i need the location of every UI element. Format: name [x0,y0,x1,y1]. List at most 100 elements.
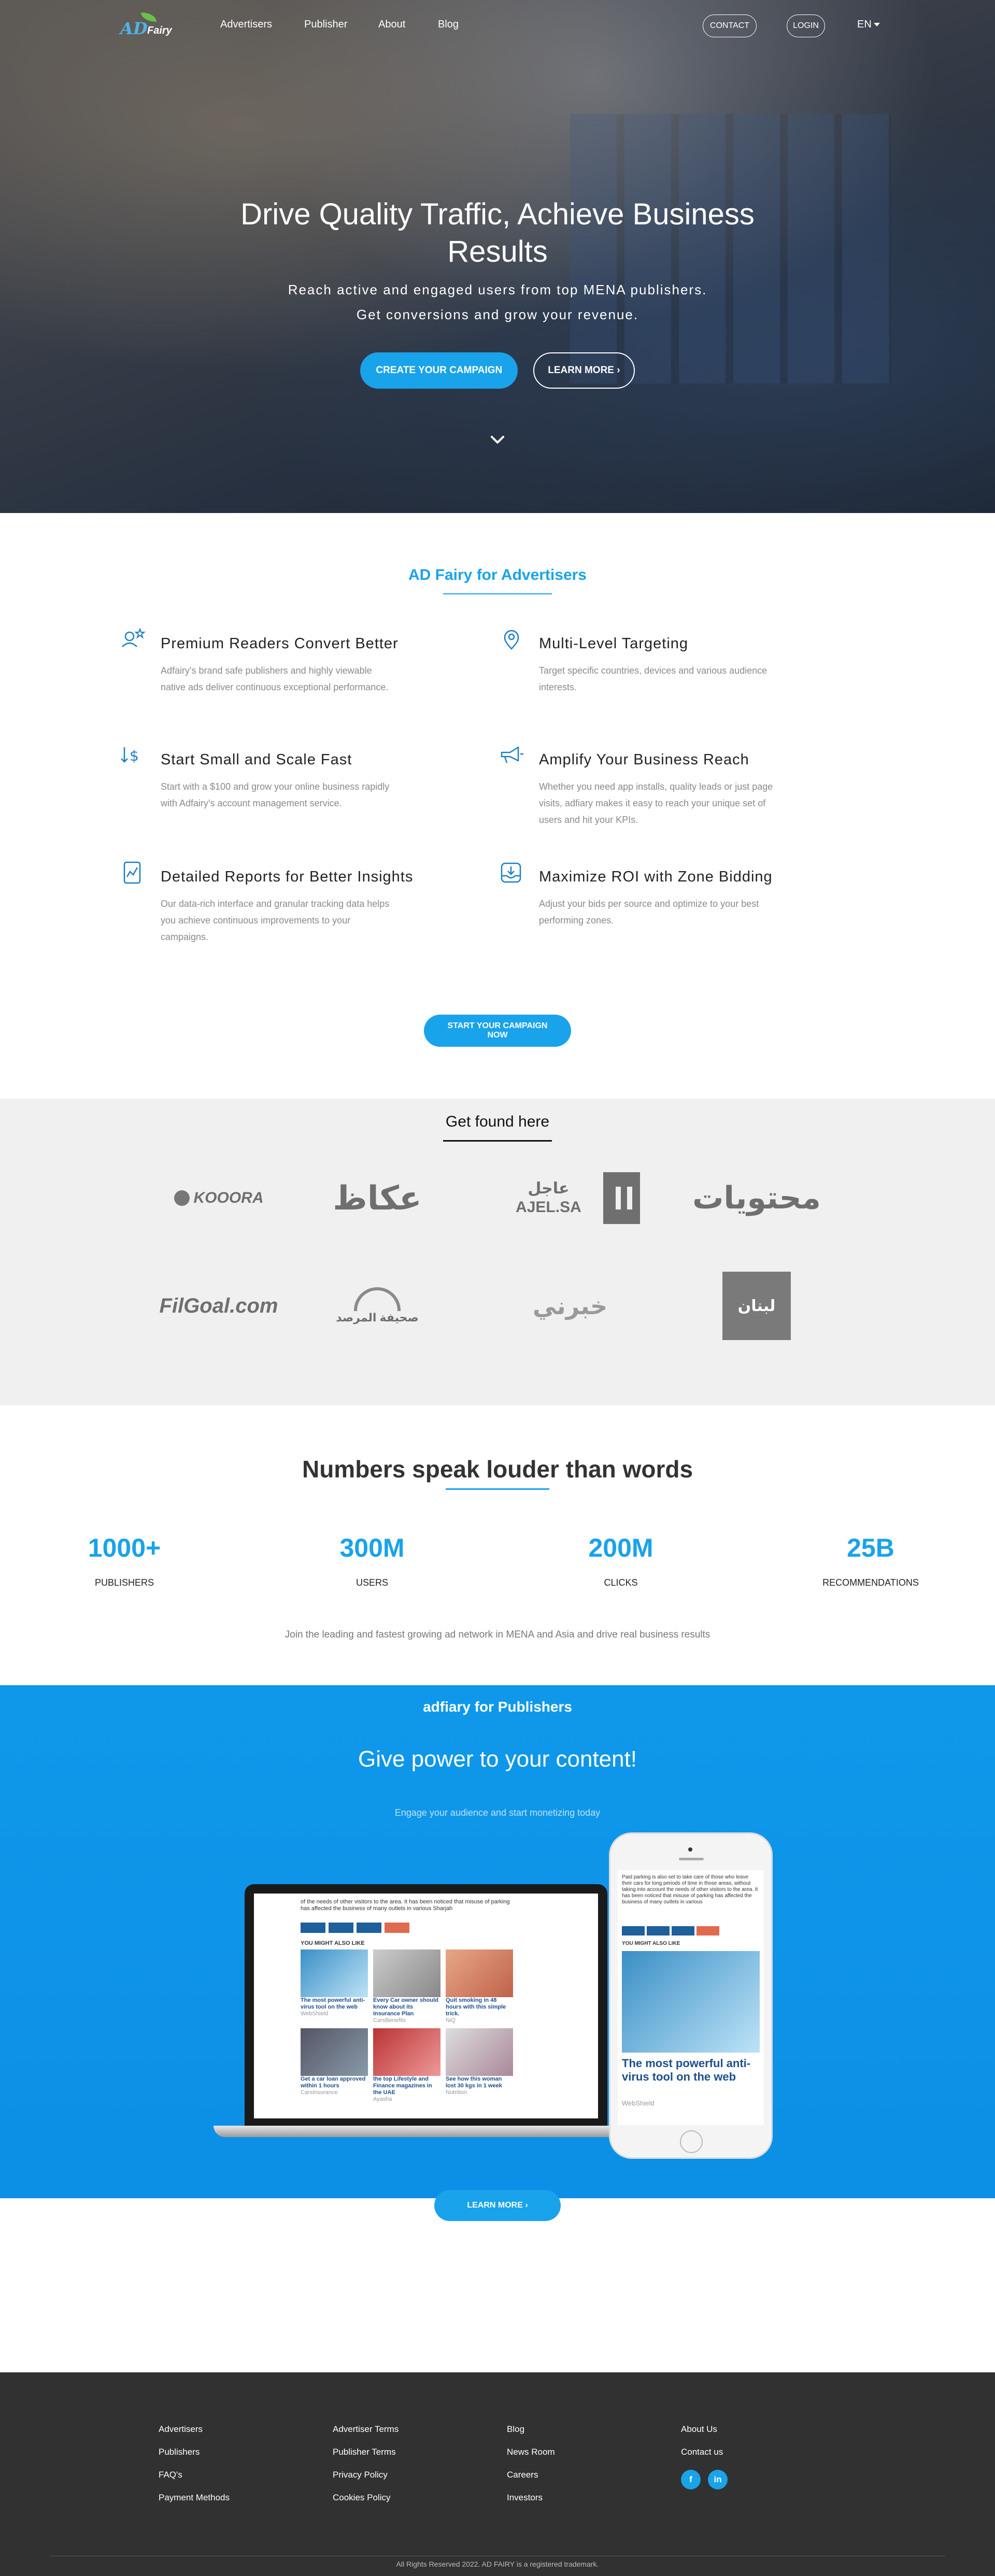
learn-more-label: LEARN MORE [548,365,614,376]
svg-text:$: $ [130,747,139,764]
laptop-screen: of the needs of other visitors to the ar… [245,1884,607,2128]
footer-link-faqs[interactable]: FAQ's [159,2470,230,2480]
title-underline [443,593,552,594]
nav-link-about[interactable]: About [378,19,405,31]
mail-icon[interactable] [329,1923,353,1933]
start-campaign-button[interactable]: START YOUR CAMPAIGN NOW [424,1015,571,1047]
learn-more-label: LEARN MORE [467,2201,523,2210]
megaphone-icon [501,746,523,763]
feature-title: Premium Readers Convert Better [161,635,399,652]
footer-col-3: Blog News Room Careers Investors [507,2424,555,2515]
facebook-icon[interactable]: f [681,2470,701,2489]
chevron-down-icon[interactable] [489,431,506,449]
footer-link-investors[interactable]: Investors [507,2493,555,2503]
publishers-small-title: adfiary for Publishers [423,1699,572,1715]
logo[interactable]: AD Fairy [120,11,182,40]
phone-card-title[interactable]: The most powerful anti-virus tool on the… [622,2057,757,2084]
phone-speaker [679,1858,704,1860]
footer-link-careers[interactable]: Careers [507,2470,555,2480]
login-button[interactable]: LOGIN [787,15,825,37]
share-icon[interactable] [622,1926,645,1935]
footer-link-newsroom[interactable]: News Room [507,2447,555,2457]
laptop-mockup: of the needs of other visitors to the ar… [214,1884,623,2148]
plus-icon[interactable] [385,1923,409,1933]
footer-link-cookies[interactable]: Cookies Policy [333,2493,399,2503]
feature-start-small: $ Start Small and Scale Fast Start with … [119,742,409,830]
feature-title: Detailed Reports for Better Insights [161,869,414,885]
language-selector[interactable]: EN [857,19,880,31]
ball-icon [174,1190,190,1206]
create-campaign-button[interactable]: CREATE YOUR CAMPAIGN [360,352,518,389]
copyright: All Rights Reserved 2022. AD FAIRY is a … [396,2560,599,2568]
print-icon[interactable] [357,1923,381,1933]
footer-link-advertiser-terms[interactable]: Advertiser Terms [333,2424,399,2435]
language-label: EN [857,19,872,30]
advertisers-heading: AD Fairy for Advertisers [0,566,995,594]
logo-text: محتويات [692,1180,821,1215]
footer-link-publisher-terms[interactable]: Publisher Terms [333,2447,399,2457]
feature-premium-readers: Premium Readers Convert Better Adfairy's… [119,626,409,714]
recommend-card[interactable]: Get a car loan approved within 1 hours Ca… [301,2028,368,2103]
recommend-card[interactable]: The most powerful anti-virus tool on the… [301,1949,368,2024]
contact-button[interactable]: CONTACT [703,15,757,37]
logo-almarsd: صحيفة المرصد [320,1275,434,1337]
recommend-card[interactable]: Every Car owner should know about its In… [373,1949,440,2024]
mail-icon[interactable] [647,1926,670,1935]
recommend-card[interactable]: See how this woman lost 30 kgs in 1 week… [446,2028,513,2103]
footer-link-advertisers[interactable]: Advertisers [159,2424,230,2435]
feature-title: Multi-Level Targeting [539,635,689,652]
users-star-icon [122,627,146,647]
footer-col-2: Advertiser Terms Publisher Terms Privacy… [333,2424,399,2515]
plus-icon[interactable] [696,1926,719,1935]
learn-more-button[interactable]: LEARN MORE › [533,352,635,389]
logo-text: عكاظ [333,1179,422,1217]
footer-col-4: About Us Contact us f in [681,2424,728,2489]
nav-link-blog[interactable]: Blog [438,19,459,31]
footer-link-blog[interactable]: Blog [507,2424,555,2435]
publishers-subtitle: Engage your audience and start monetizin… [394,1808,601,1818]
advertisers-title: AD Fairy for Advertisers [408,566,587,583]
hero-buttons: CREATE YOUR CAMPAIGN LEARN MORE › [0,352,995,389]
footer-link-payment[interactable]: Payment Methods [159,2493,230,2503]
advertisers-section: AD Fairy for Advertisers Premium Readers… [0,513,995,1099]
footer-link-about[interactable]: About Us [681,2424,728,2435]
nav-link-publisher[interactable]: Publisher [304,19,347,31]
phone-article-text: Paid parking is also set to take care of… [622,1874,758,1905]
stat-label: PUBLISHERS [94,1577,154,1588]
phone-card-image[interactable] [622,1951,760,2053]
inbox-download-icon [501,862,521,883]
laptop-article-text: of the needs of other visitors to the ar… [301,1899,510,1912]
recommend-card[interactable]: the top Lifestyle and Finance magazines … [373,2028,440,2103]
share-buttons [301,1923,409,1933]
stat-users: 300M USERS [289,1533,455,1588]
dollar-arrow-icon: $ [121,747,139,764]
social-links: f in [681,2470,728,2489]
footer-link-publishers[interactable]: Publishers [159,2447,230,2457]
share-icon[interactable] [301,1923,325,1933]
footer: Advertisers Publishers FAQ's Payment Met… [0,2372,995,2576]
found-underline [443,1140,552,1142]
linkedin-icon[interactable]: in [708,2470,728,2489]
feature-text: Start with a $100 and grow your online b… [161,781,390,808]
feature-amplify: Amplify Your Business Reach Whether you … [497,742,788,841]
caret-down-icon [873,23,880,27]
logo-text: عاجل AJEL.SA [516,1180,581,1216]
feature-text: Our data-rich interface and granular tra… [161,899,390,942]
publishers-learn-more-button[interactable]: LEARN MORE › [434,2190,561,2221]
stat-recommendations: 25B RECOMMENDATIONS [788,1533,954,1588]
logo-text: خبرني [532,1292,608,1319]
footer-col-1: Advertisers Publishers FAQ's Payment Met… [159,2424,230,2515]
feature-title: Start Small and Scale Fast [161,751,352,768]
print-icon[interactable] [672,1926,694,1935]
logo-text: لبنان [722,1272,791,1340]
recommend-card[interactable]: Quit smoking in 48 hours with this simpl… [446,1949,513,2024]
phone-share-buttons [622,1926,719,1935]
footer-link-privacy[interactable]: Privacy Policy [333,2470,399,2480]
footer-link-contact[interactable]: Contact us [681,2447,728,2457]
hero-content: Drive Quality Traffic, Achieve Business … [0,196,995,389]
recommend-grid: The most powerful anti-virus tool on the… [301,1949,513,2103]
nav-link-advertisers[interactable]: Advertisers [220,19,272,31]
laptop-base [214,2126,623,2137]
stat-label: RECOMMENDATIONS [822,1577,919,1588]
numbers-underline [446,1488,549,1490]
